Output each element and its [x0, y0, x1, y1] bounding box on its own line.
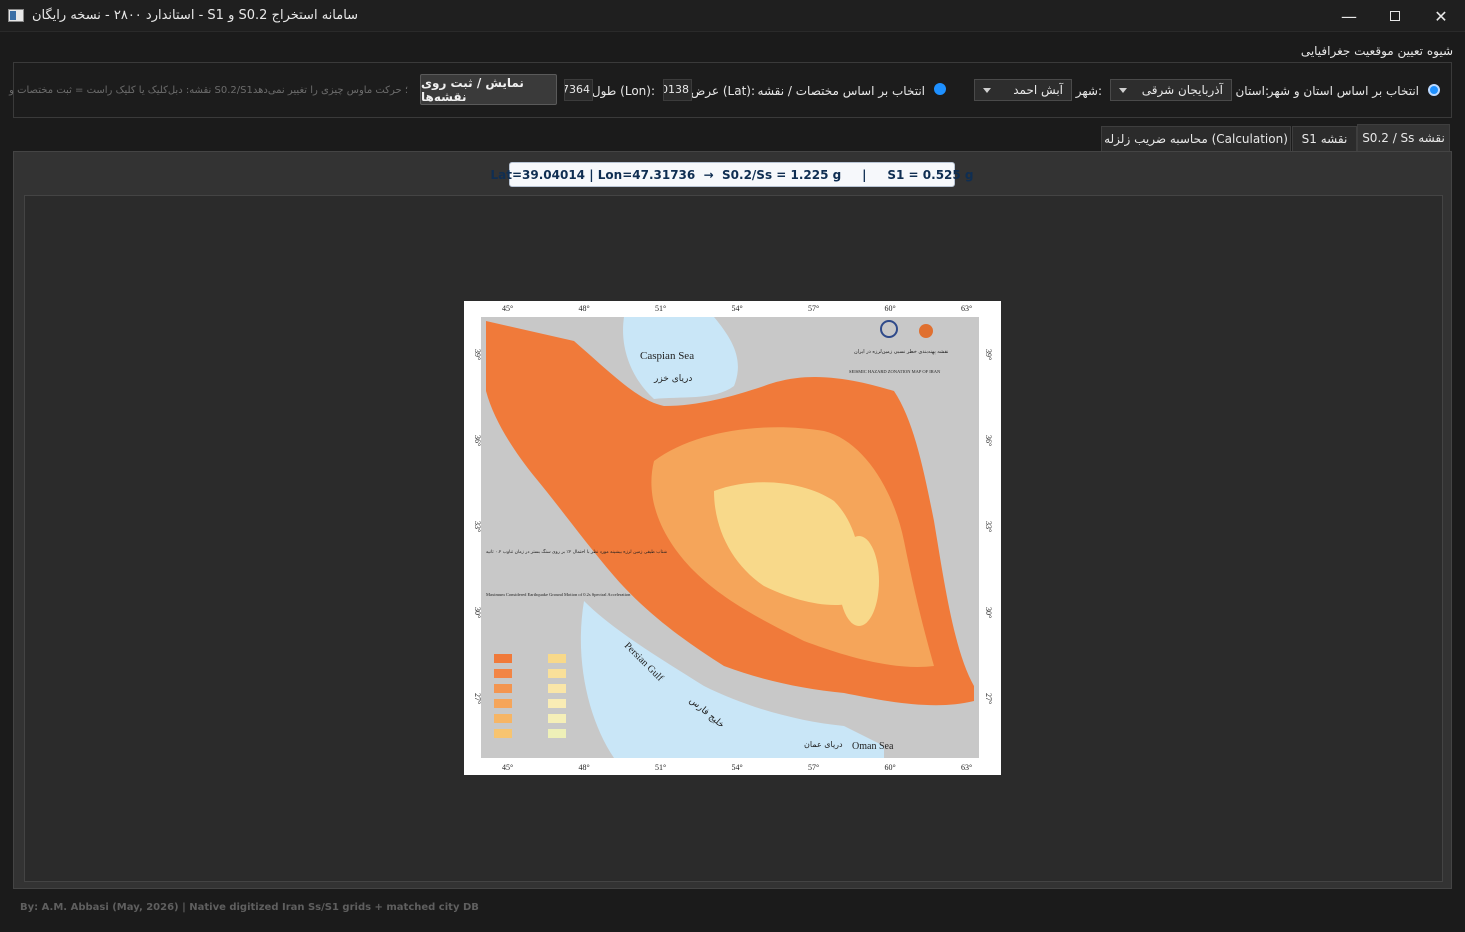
- axis-tick-label: 48°: [579, 763, 590, 772]
- app-icon: [8, 9, 24, 22]
- seismic-map-image[interactable]: Caspian Sea دریای خزر Persian Gulf خلیج …: [464, 301, 1001, 775]
- legend-swatch: [548, 714, 566, 723]
- map-hint: نقشه: دبل‌کلیک یا کلیک راست = ثبت مختصات…: [9, 85, 408, 96]
- axis-tick-label: 57°: [808, 304, 819, 313]
- window-title: استاندارد ۲۸۰۰ - نسخه رایگان - S1 و S0.2…: [32, 8, 359, 23]
- lat-label: عرض (Lat):: [690, 84, 755, 98]
- radio-coords-label[interactable]: انتخاب بر اساس مختصات / نقشه: [758, 84, 925, 98]
- tab-s02-map[interactable]: S0.2 / Ss نقشه: [1357, 124, 1450, 152]
- axis-tick-label: 39°: [473, 349, 482, 360]
- legend-swatch: [494, 669, 512, 678]
- axis-tick-label: 60°: [885, 763, 896, 772]
- radio-province-label[interactable]: انتخاب بر اساس استان و شهر: [1268, 84, 1419, 98]
- oman-sea-fa-label: دریای عمان: [804, 740, 843, 749]
- legend-swatch: [494, 654, 512, 663]
- map-canvas[interactable]: Caspian Sea دریای خزر Persian Gulf خلیج …: [24, 195, 1443, 882]
- axis-tick-label: 36°: [984, 435, 993, 446]
- maximize-button[interactable]: [1372, 0, 1418, 32]
- axis-tick-label: 45°: [502, 304, 513, 313]
- axis-tick-label: 27°: [473, 693, 482, 704]
- lon-label: طول (Lon):: [591, 84, 655, 98]
- axis-tick-label: 57°: [808, 763, 819, 772]
- location-group-title: شیوه تعیین موقعیت جغرافیایی: [1300, 44, 1453, 58]
- axis-tick-label: 27°: [984, 693, 993, 704]
- legend-swatch: [548, 699, 566, 708]
- maximize-icon: [1390, 11, 1400, 21]
- legend-swatch: [548, 729, 566, 738]
- tab-s1-map[interactable]: S1 نقشه: [1292, 126, 1357, 152]
- legend-swatch: [548, 669, 566, 678]
- province-label: استان:: [1235, 84, 1269, 98]
- axis-tick-label: 30°: [984, 607, 993, 618]
- main-area: شیوه تعیین موقعیت جغرافیایی انتخاب بر اس…: [0, 32, 1465, 932]
- caspian-sea-fa-label: دریای خزر: [653, 374, 692, 384]
- show-on-map-button[interactable]: نمایش / ثبت روی نقشه‌ها: [420, 74, 557, 105]
- province-select[interactable]: آذربایجان شرقی: [1110, 79, 1232, 101]
- map-panel: Lat=39.04014 | Lon=47.31736 → S0.2/Ss = …: [13, 151, 1452, 889]
- tab-calculation[interactable]: محاسبه ضریب زلزله (Calculation): [1101, 126, 1291, 152]
- legend-title-fa: شتاب طیفی زمین لرزه بیشینه مورد نظر با ا…: [486, 549, 667, 555]
- axis-tick-label: 48°: [579, 304, 590, 313]
- location-group: انتخاب بر اساس استان و شهر استان: آذربای…: [9, 62, 1452, 118]
- lat-input[interactable]: 0138: [663, 79, 692, 101]
- axis-tick-label: 33°: [473, 521, 482, 532]
- axis-tick-label: 33°: [984, 521, 993, 532]
- legend-swatch: [494, 684, 512, 693]
- chevron-down-icon: [983, 88, 991, 93]
- axis-tick-label: 54°: [732, 304, 743, 313]
- legend-title-en: Maximum Considered Earthquake Ground Mot…: [486, 592, 631, 597]
- legend-swatch: [548, 654, 566, 663]
- low-hazard-zone: [839, 536, 879, 626]
- radio-coords[interactable]: [934, 83, 946, 95]
- chevron-down-icon: [1119, 88, 1127, 93]
- city-label: شهر:: [1075, 84, 1102, 98]
- axis-tick-label: 63°: [961, 763, 972, 772]
- logo-icon-2: [919, 324, 933, 338]
- city-select[interactable]: آبش احمد: [974, 79, 1072, 101]
- map-title-en: SEISMIC HAZARD ZONATION MAP OF IRAN: [849, 369, 941, 374]
- legend-swatch: [494, 699, 512, 708]
- legend-swatch: [548, 684, 566, 693]
- legend-swatch: [494, 714, 512, 723]
- axis-tick-label: 54°: [732, 763, 743, 772]
- minimize-button[interactable]: —: [1326, 0, 1372, 32]
- oman-sea-label: Oman Sea: [852, 741, 894, 752]
- map-title-fa: نقشه پهنه‌بندی خطر نسبی زمین‌لرزه در ایر…: [854, 349, 948, 355]
- close-button[interactable]: ✕: [1418, 0, 1464, 32]
- caspian-sea-label: Caspian Sea: [640, 350, 694, 362]
- footer-credit: By: A.M. Abbasi (May, 2026) | Native dig…: [20, 902, 479, 913]
- axis-tick-label: 36°: [473, 435, 482, 446]
- axis-tick-label: 60°: [885, 304, 896, 313]
- axis-tick-label: 45°: [502, 763, 513, 772]
- axis-tick-label: 51°: [655, 763, 666, 772]
- axis-tick-label: 63°: [961, 304, 972, 313]
- axis-tick-label: 51°: [655, 304, 666, 313]
- result-bar: Lat=39.04014 | Lon=47.31736 → S0.2/Ss = …: [490, 162, 974, 187]
- radio-province[interactable]: [1428, 84, 1440, 96]
- lon-input[interactable]: 7364: [564, 79, 593, 101]
- title-bar: استاندارد ۲۸۰۰ - نسخه رایگان - S1 و S0.2…: [0, 0, 1465, 32]
- axis-tick-label: 30°: [473, 607, 482, 618]
- axis-tick-label: 39°: [984, 349, 993, 360]
- legend-swatch: [494, 729, 512, 738]
